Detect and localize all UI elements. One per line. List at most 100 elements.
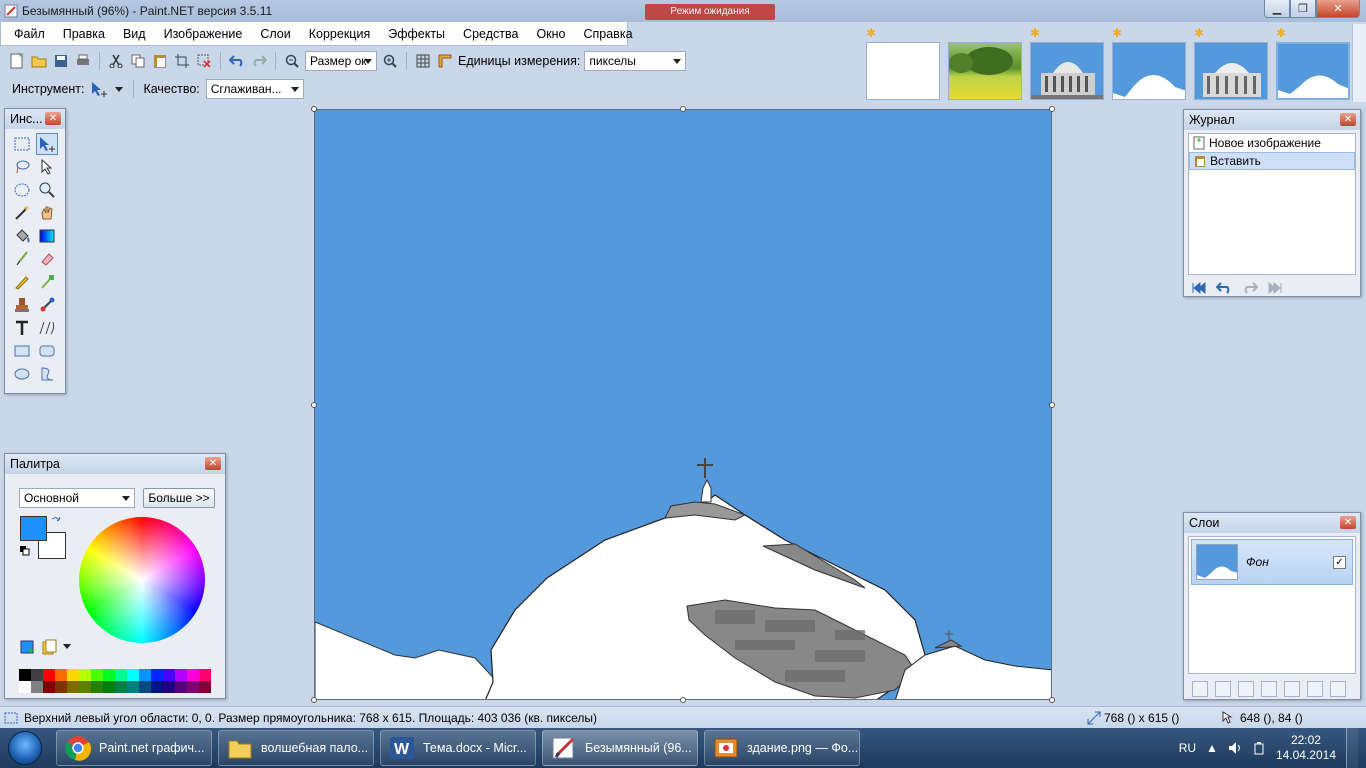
resize-handle[interactable] (311, 402, 317, 408)
taskbar-item-paintnet[interactable]: Безымянный (96... (542, 730, 698, 766)
resize-handle[interactable] (1049, 106, 1055, 112)
magic-wand-icon[interactable] (11, 202, 33, 224)
freeform-shape-icon[interactable] (36, 363, 58, 385)
clock[interactable]: 22:02 14.04.2014 (1276, 733, 1336, 763)
rulers-icon[interactable] (436, 52, 454, 70)
add-layer-icon[interactable] (1192, 681, 1208, 697)
zoom-icon[interactable] (36, 179, 58, 201)
rewind-icon[interactable] (1192, 282, 1206, 294)
move-layer-up-icon[interactable] (1284, 681, 1300, 697)
recolor-icon[interactable] (36, 294, 58, 316)
lasso-icon[interactable] (11, 156, 33, 178)
power-icon[interactable] (1252, 741, 1266, 755)
rectangle-select-icon[interactable] (11, 133, 33, 155)
color-picker-icon[interactable] (36, 271, 58, 293)
resize-handle[interactable] (1049, 697, 1055, 703)
deselect-icon[interactable] (195, 52, 213, 70)
units-combo[interactable]: пикселы (584, 51, 687, 71)
reset-colors-icon[interactable] (20, 546, 30, 556)
pan-icon[interactable] (36, 202, 58, 224)
paint-bucket-icon[interactable] (11, 225, 33, 247)
chevron-down-icon[interactable] (63, 644, 71, 649)
text-icon[interactable] (11, 317, 33, 339)
chevron-down-icon[interactable] (114, 80, 124, 98)
resize-handle[interactable] (680, 106, 686, 112)
thumbnail-blank[interactable]: ✱ (866, 24, 940, 102)
image-canvas[interactable] (314, 109, 1052, 700)
copy-icon[interactable] (129, 52, 147, 70)
start-button[interactable] (0, 728, 50, 768)
show-desktop-button[interactable] (1346, 728, 1358, 768)
layer-row[interactable]: Фон ✓ (1191, 539, 1353, 585)
rounded-rectangle-icon[interactable] (36, 340, 58, 362)
redo-icon[interactable] (250, 52, 268, 70)
resize-handle[interactable] (1049, 402, 1055, 408)
close-icon[interactable]: ✕ (45, 112, 61, 125)
undo-icon[interactable] (228, 52, 246, 70)
chevron-up-icon[interactable]: ▲ (1206, 741, 1218, 755)
new-icon[interactable] (8, 52, 26, 70)
close-icon[interactable]: ✕ (1340, 113, 1356, 126)
layer-properties-icon[interactable] (1330, 681, 1346, 697)
thumbnail-dome-cut[interactable]: ✱ (1112, 24, 1186, 102)
thumbnail-scrollbar[interactable] (1352, 24, 1366, 102)
move-selection-icon[interactable] (36, 133, 58, 155)
close-icon[interactable]: ✕ (1340, 516, 1356, 529)
layer-visibility-checkbox[interactable]: ✓ (1333, 556, 1346, 569)
move-selection-icon[interactable] (90, 80, 108, 98)
thumbnail-building-2[interactable]: ✱ (1194, 24, 1268, 102)
delete-layer-icon[interactable] (1215, 681, 1231, 697)
fast-forward-icon[interactable] (1268, 282, 1282, 294)
move-layer-down-icon[interactable] (1307, 681, 1323, 697)
eraser-icon[interactable] (36, 248, 58, 270)
thumbnail-building[interactable]: ✱ (1030, 24, 1104, 102)
crop-icon[interactable] (173, 52, 191, 70)
zoom-out-icon[interactable] (283, 52, 301, 70)
minimize-button[interactable]: ▁ (1264, 0, 1290, 18)
menu-view[interactable]: Вид (114, 27, 155, 41)
resize-handle[interactable] (311, 106, 317, 112)
clone-stamp-icon[interactable] (11, 294, 33, 316)
taskbar-item-word[interactable]: W Тема.docx - Micr... (380, 730, 536, 766)
taskbar-item-photo-viewer[interactable]: здание.png — Фо... (704, 730, 860, 766)
cut-icon[interactable] (107, 52, 125, 70)
taskbar-item-chrome[interactable]: Paint.net графич... (56, 730, 212, 766)
paintbrush-icon[interactable] (11, 248, 33, 270)
close-button[interactable]: ✕ (1316, 0, 1360, 18)
menu-edit[interactable]: Правка (54, 27, 114, 41)
history-item[interactable]: Вставить (1189, 152, 1355, 170)
menu-layers[interactable]: Слои (251, 27, 299, 41)
taskbar-item-folder[interactable]: волшебная пало... (218, 730, 374, 766)
zoom-combo[interactable]: Размер ок (305, 51, 377, 71)
grid-icon[interactable] (414, 52, 432, 70)
quality-combo[interactable]: Сглаживан... (205, 79, 304, 99)
redo-icon[interactable] (1242, 282, 1258, 294)
menu-image[interactable]: Изображение (155, 27, 252, 41)
move-selected-icon[interactable] (36, 156, 58, 178)
menu-effects[interactable]: Эффекты (379, 27, 454, 41)
more-button[interactable]: Больше >> (143, 488, 215, 508)
rectangle-icon[interactable] (11, 340, 33, 362)
paste-icon[interactable] (151, 52, 169, 70)
gradient-icon[interactable] (36, 225, 58, 247)
menu-utilities[interactable]: Средства (454, 27, 527, 41)
palette-menu-icon[interactable] (42, 639, 58, 655)
ellipse-icon[interactable] (11, 363, 33, 385)
undo-icon[interactable] (1216, 282, 1232, 294)
thumbnail-meadow[interactable] (948, 24, 1022, 102)
language-indicator[interactable]: RU (1179, 741, 1196, 755)
thumbnail-dome-current[interactable]: ✱ (1276, 24, 1350, 102)
color-swatches[interactable] (19, 669, 211, 693)
menu-help[interactable]: Справка (574, 27, 641, 41)
merge-layer-down-icon[interactable] (1261, 681, 1277, 697)
open-icon[interactable] (30, 52, 48, 70)
palette-mode-combo[interactable]: Основной (19, 488, 135, 508)
history-item[interactable]: Новое изображение (1189, 134, 1355, 152)
ellipse-select-icon[interactable] (11, 179, 33, 201)
swap-colors-icon[interactable] (51, 516, 61, 526)
volume-icon[interactable] (1228, 741, 1242, 755)
zoom-in-icon[interactable] (381, 52, 399, 70)
close-icon[interactable]: ✕ (205, 457, 221, 470)
menu-window[interactable]: Окно (527, 27, 574, 41)
maximize-button[interactable]: ❐ (1290, 0, 1316, 18)
